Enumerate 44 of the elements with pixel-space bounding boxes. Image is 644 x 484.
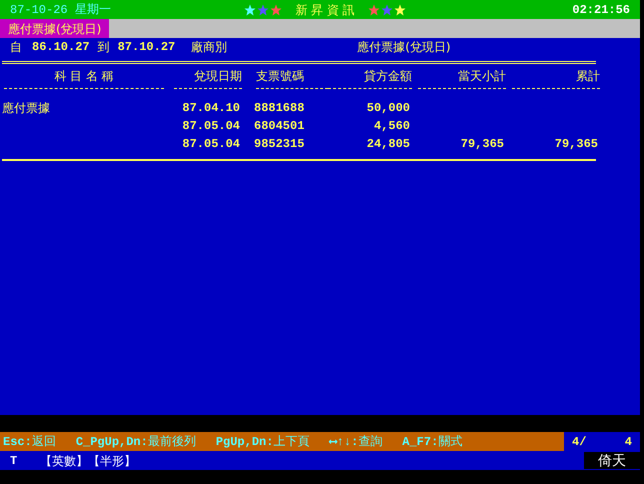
date-text: 87-10-26 星期一	[10, 4, 112, 16]
page-number: 4/	[572, 436, 586, 448]
table-cell-text: 79,365	[460, 138, 504, 150]
column-header: 支票號碼	[256, 70, 305, 82]
table-cell-text: 4,560	[372, 120, 410, 132]
table-cell-text: 50,000	[366, 102, 410, 114]
table-cell-text: 87.05.04	[181, 138, 240, 150]
report-title: 應付票據(兌現日)	[0, 19, 110, 38]
star-icon	[394, 4, 406, 16]
star-icon	[270, 4, 282, 16]
mode-letter: T	[10, 454, 18, 466]
shortcut-hint: PgUp,Dn:上下頁	[216, 435, 310, 448]
from-date: 86.10.27	[32, 40, 90, 52]
report-name: 應付票據(兌現日)	[357, 40, 451, 52]
input-modes: 【英數】【半形】	[40, 454, 136, 466]
shortcut-hint: Esc:返回	[3, 435, 56, 448]
table-cell-text: 6804501	[254, 120, 306, 132]
group-label: 廠商別	[191, 40, 228, 52]
shortcut-hint: ⟷↑↓:查詢	[329, 435, 382, 448]
ime-indicator: 倚天	[584, 452, 640, 469]
star-icon	[380, 4, 393, 16]
table-cell-text: 應付票據	[2, 102, 51, 114]
column-header: 當天小計	[457, 70, 506, 82]
table-cell-text: 9852315	[254, 138, 306, 150]
column-header: 科 目 名 稱	[53, 70, 115, 82]
table-cell-text: 87.04.10	[181, 102, 240, 114]
star-icon	[244, 4, 256, 16]
shortcut-hint: A_F7:關式	[402, 435, 462, 448]
clock-text: 02:21:56	[571, 4, 630, 16]
column-header: 貸方金額	[363, 70, 412, 82]
app-name: 新 昇 資 訊	[295, 4, 355, 16]
page-count: 4	[624, 436, 632, 448]
to-date: 87.10.27	[118, 40, 176, 52]
column-header: 兌現日期	[193, 70, 242, 82]
table-cell-text: 8881688	[254, 102, 306, 114]
column-header: 累計	[575, 70, 600, 82]
to-label: 到	[98, 40, 110, 52]
star-icon	[368, 4, 380, 16]
star-icon	[257, 4, 270, 16]
table-cell-text: 24,805	[366, 138, 410, 150]
table-cell-text: 87.05.04	[181, 120, 240, 132]
table-cell-text: 79,365	[554, 138, 598, 150]
from-label: 自	[10, 40, 22, 52]
shortcut-hint: C_PgUp,Dn:最前後列	[76, 435, 196, 448]
